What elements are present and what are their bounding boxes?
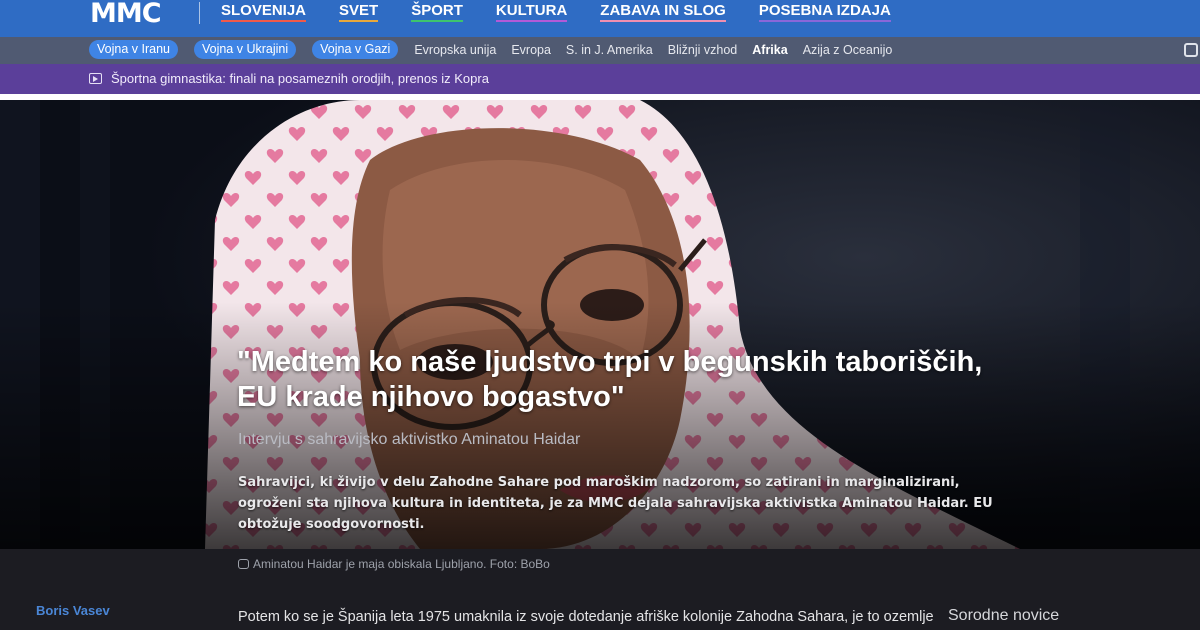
subnav-evropska-unija[interactable]: Evropska unija (414, 43, 496, 57)
nav-kultura[interactable]: KULTURA (495, 2, 568, 22)
sub-nav: Vojna v Iranu Vojna v Ukrajini Vojna v G… (89, 40, 907, 59)
live-banner[interactable]: Športna gimnastika: finali na posameznih… (0, 64, 1200, 94)
tag-vojna-v-ukrajini[interactable]: Vojna v Ukrajini (193, 40, 297, 59)
article-body-text: Potem ko se je Španija leta 1975 umaknil… (238, 609, 934, 625)
logo-divider (199, 2, 200, 24)
related-news-title: Sorodne novice (948, 607, 1060, 624)
article-subtitle: Intervju s sahravijsko aktivistko Aminat… (238, 431, 581, 448)
nav-sport[interactable]: ŠPORT (411, 2, 463, 22)
live-banner-text[interactable]: Športna gimnastika: finali na posameznih… (111, 71, 489, 86)
photo-caption-text: Aminatou Haidar je maja obiskala Ljublja… (253, 557, 550, 571)
photo-caption: Aminatou Haidar je maja obiskala Ljublja… (238, 557, 550, 571)
nav-posebna-izdaja[interactable]: POSEBNA IZDAJA (758, 2, 891, 22)
subnav-afrika[interactable]: Afrika (752, 43, 787, 57)
subnav-azija-z-oceanijo[interactable]: Azija z Oceanijo (803, 43, 893, 57)
subnav-amerika[interactable]: S. in J. Amerika (566, 43, 653, 57)
article-lead: Sahravijci, ki živijo v delu Zahodne Sah… (238, 475, 993, 532)
tag-vojna-v-iranu[interactable]: Vojna v Iranu (89, 40, 178, 59)
live-video-icon (89, 73, 102, 84)
mmc-logo[interactable]: MMC (90, 0, 162, 29)
headline-line-2: EU krade njihovo bogastvo" (237, 381, 625, 413)
camera-icon (238, 559, 249, 569)
top-navigation-bar: MMC SLOVENIJA SVET ŠPORT KULTURA ZABAVA … (0, 0, 1200, 37)
article-headline[interactable]: "Medtem ko naše ljudstvo trpi v begunski… (237, 345, 1057, 415)
tag-vojna-v-gazi[interactable]: Vojna v Gazi (312, 40, 399, 59)
subnav-evropa[interactable]: Evropa (511, 43, 551, 57)
headline-line-1: "Medtem ko naše ljudstvo trpi v begunski… (237, 346, 983, 378)
nav-slovenija[interactable]: SLOVENIJA (221, 2, 307, 22)
window-icon[interactable] (1184, 43, 1198, 57)
subnav-bliznji-vzhod[interactable]: Bližnji vzhod (668, 43, 737, 57)
main-nav: SLOVENIJA SVET ŠPORT KULTURA ZABAVA IN S… (221, 2, 924, 22)
nav-svet[interactable]: SVET (339, 2, 379, 22)
sub-navigation-bar: Vojna v Iranu Vojna v Ukrajini Vojna v G… (0, 37, 1200, 64)
author-name[interactable]: Boris Vasev (36, 603, 110, 618)
nav-zabava-in-slog[interactable]: ZABAVA IN SLOG (600, 2, 726, 22)
